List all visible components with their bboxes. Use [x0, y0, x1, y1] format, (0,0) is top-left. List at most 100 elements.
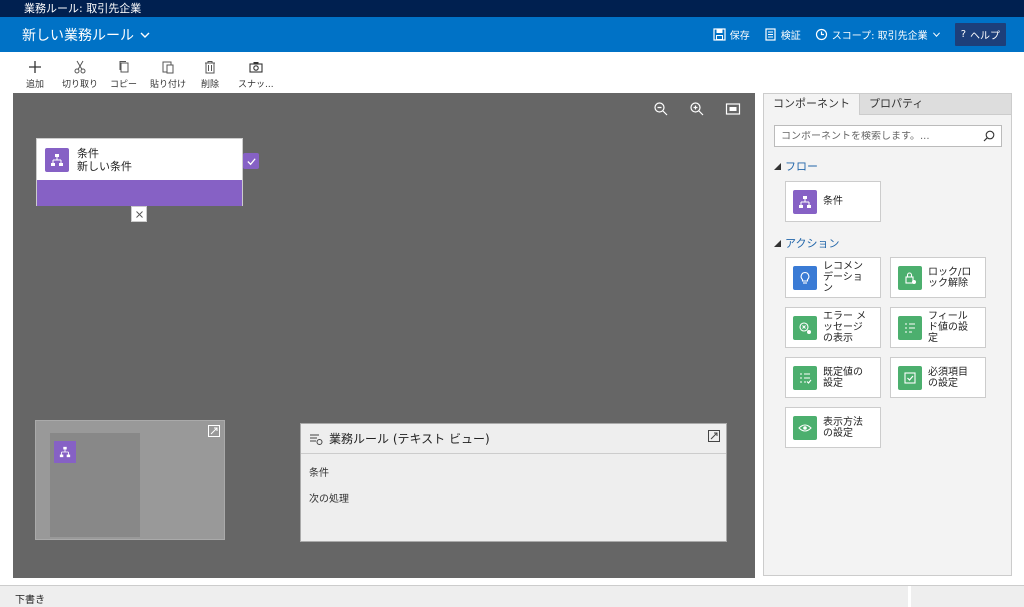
collapse-triangle-icon: [774, 239, 781, 247]
text-view-line: 次の処理: [309, 494, 349, 505]
section-flow-label: フロー: [785, 160, 818, 173]
minimap-viewport[interactable]: [50, 433, 140, 537]
condition-node-body: [37, 180, 242, 206]
condition-node-title: 条件: [77, 146, 99, 160]
condition-node[interactable]: 条件 新しい条件: [36, 138, 243, 206]
zoom-controls: [653, 101, 741, 117]
status-bar: 下書き: [0, 585, 1024, 607]
components-panel: コンポーネント プロパティ フロー 条件 アクション レコメン デーショ ン ロ…: [763, 93, 1012, 576]
condition-node-text: 条件 新しい条件: [77, 147, 132, 173]
status-text: 下書き: [15, 595, 45, 606]
check-icon: [246, 157, 256, 165]
validate-button[interactable]: 検証: [764, 27, 801, 42]
close-icon: [135, 210, 143, 218]
save-label: 保存: [729, 30, 750, 42]
section-actions[interactable]: アクション: [774, 235, 839, 251]
app-header: 新しい業務ルール 保存 検証 スコープ: 取引先企業 ? ヘルプ: [0, 17, 1024, 52]
window-title: 業務ルール: 取引先企業: [24, 2, 142, 15]
section-flow[interactable]: フロー: [774, 158, 818, 174]
help-button[interactable]: ? ヘルプ: [954, 22, 1006, 46]
collapse-triangle-icon: [774, 162, 781, 170]
minimap[interactable]: [35, 420, 225, 540]
component-set-visibility[interactable]: 表示方法 の設定: [785, 407, 881, 448]
condition-false-branch[interactable]: [131, 206, 147, 222]
scope-dropdown[interactable]: スコープ: 取引先企業: [815, 27, 941, 42]
window-titlebar: 業務ルール: 取引先企業: [0, 0, 1024, 17]
help-label: ヘルプ: [970, 30, 1000, 42]
component-label: 条件: [823, 196, 843, 207]
component-label: ロック/ロ ック解除: [928, 266, 972, 289]
condition-node-header: 条件 新しい条件: [37, 139, 242, 180]
text-view-icon: [310, 433, 323, 445]
add-button[interactable]: 追加: [26, 60, 44, 90]
add-label: 追加: [26, 80, 45, 90]
save-button[interactable]: 保存: [713, 27, 750, 42]
tab-components[interactable]: コンポーネント: [764, 94, 860, 115]
trash-icon: [205, 61, 215, 74]
tab-properties[interactable]: プロパティ: [860, 94, 932, 115]
checklist-icon: [765, 27, 776, 41]
chevron-down-icon: [140, 32, 150, 38]
copy-button[interactable]: コピー: [110, 60, 137, 90]
component-set-default-value[interactable]: 既定値の 設定: [785, 357, 881, 398]
search-icon[interactable]: [983, 130, 995, 142]
component-label: レコメン デーショ ン: [823, 261, 863, 294]
lightbulb-icon: [793, 265, 817, 290]
scope-label: スコープ: 取引先企業: [831, 30, 928, 42]
validate-label: 検証: [780, 30, 801, 42]
zoom-out-icon[interactable]: [653, 101, 669, 117]
copy-label: コピー: [110, 80, 138, 90]
rule-name-dropdown[interactable]: 新しい業務ルール: [22, 25, 152, 45]
paste-label: 貼り付け: [150, 80, 187, 90]
section-actions-label: アクション: [785, 237, 840, 250]
status-divider: [908, 586, 911, 607]
save-icon: [713, 27, 726, 41]
set-field-icon: [898, 315, 922, 340]
help-icon: ?: [960, 28, 966, 40]
camera-icon: [249, 62, 263, 73]
component-lock-unlock[interactable]: ロック/ロ ック解除: [890, 257, 986, 298]
paste-button[interactable]: 貼り付け: [150, 60, 186, 90]
zoom-in-icon[interactable]: [689, 101, 705, 117]
text-view-header: 業務ルール (テキスト ビュー): [301, 424, 726, 454]
component-search: [774, 125, 1002, 147]
visibility-icon: [793, 415, 817, 440]
cut-button[interactable]: 切り取り: [62, 60, 98, 90]
designer-canvas[interactable]: 条件 新しい条件 業務ルール (テキスト ビュー) 条件 次の処理: [13, 93, 755, 578]
plus-icon: [29, 61, 41, 73]
delete-label: 削除: [201, 80, 220, 90]
text-view-line: 条件: [309, 468, 329, 479]
condition-icon: [793, 189, 817, 214]
expand-icon[interactable]: [208, 425, 220, 437]
expand-icon[interactable]: [708, 430, 720, 442]
component-label: 必須項目 の設定: [928, 366, 968, 389]
component-condition[interactable]: 条件: [785, 181, 881, 222]
component-label: 表示方法 の設定: [823, 416, 863, 439]
paste-icon: [162, 61, 174, 74]
component-show-error[interactable]: エラー メ ッセージ の表示: [785, 307, 881, 348]
component-search-input[interactable]: [781, 130, 971, 142]
component-recommendation[interactable]: レコメン デーショ ン: [785, 257, 881, 298]
component-label: エラー メ ッセージ の表示: [823, 311, 867, 344]
panel-tabs: コンポーネント プロパティ: [764, 94, 1011, 115]
command-toolbar: 追加 切り取り コピー 貼り付け 削除 スナッ...: [0, 52, 1024, 93]
cut-label: 切り取り: [62, 80, 99, 90]
required-icon: [898, 365, 922, 390]
snapshot-label: スナッ...: [238, 80, 274, 90]
component-set-field-value[interactable]: フィール ド値の設 定: [890, 307, 986, 348]
lock-icon: [898, 265, 922, 290]
default-value-icon: [793, 365, 817, 390]
component-label: 既定値の 設定: [823, 366, 863, 389]
component-set-business-required[interactable]: 必須項目 の設定: [890, 357, 986, 398]
rule-name: 新しい業務ルール: [22, 28, 134, 44]
condition-icon: [45, 147, 69, 172]
copy-icon: [119, 61, 128, 73]
component-label: フィール ド値の設 定: [928, 311, 968, 344]
snapshot-button[interactable]: スナッ...: [238, 60, 274, 90]
fit-to-screen-icon[interactable]: [725, 101, 741, 117]
chevron-down-icon: [932, 31, 940, 37]
delete-button[interactable]: 削除: [201, 60, 219, 90]
scissors-icon: [74, 60, 86, 74]
text-view-panel: 業務ルール (テキスト ビュー) 条件 次の処理: [300, 423, 727, 542]
condition-true-branch[interactable]: [243, 153, 259, 169]
